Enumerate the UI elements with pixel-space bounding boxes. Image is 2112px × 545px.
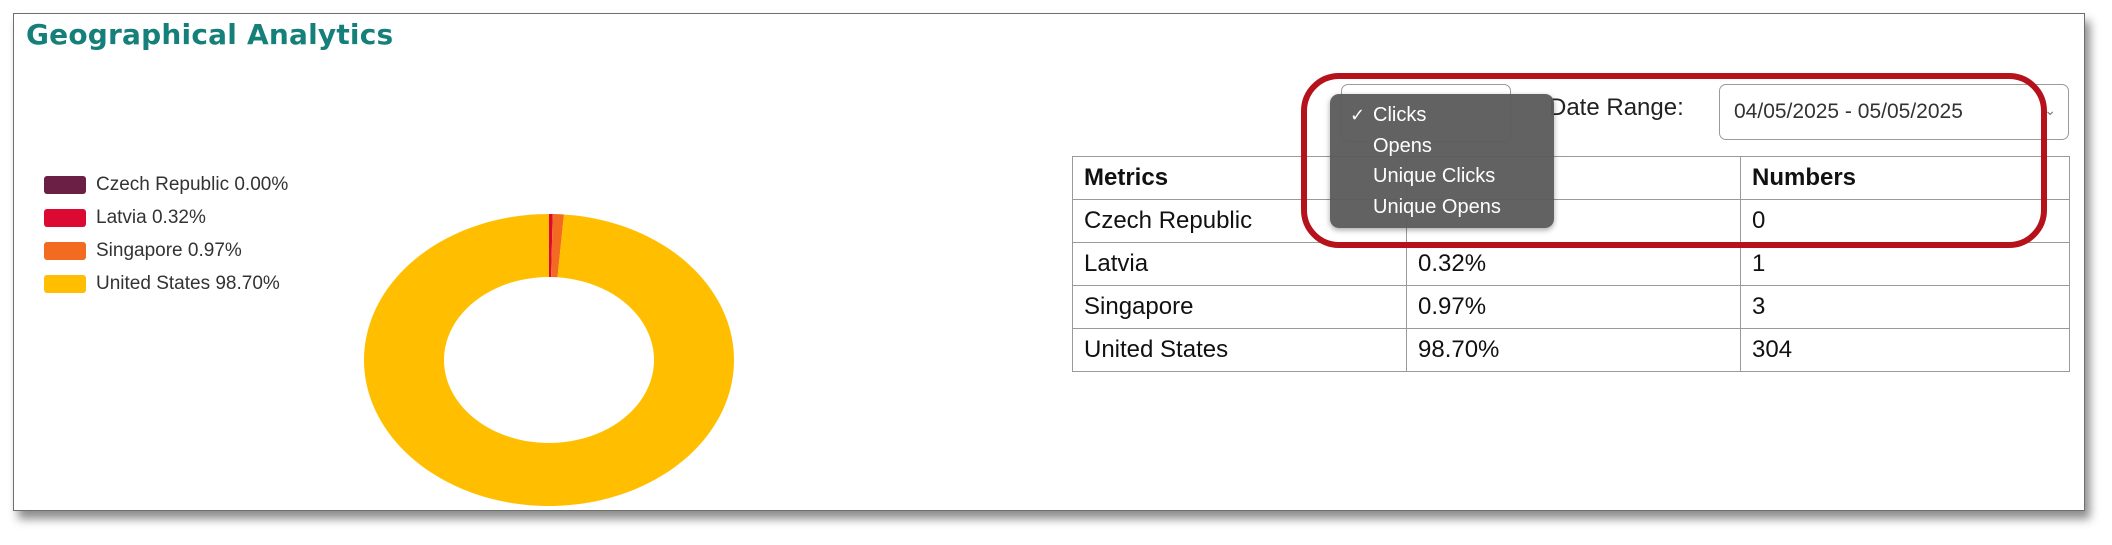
donut-slice-united-states[interactable] bbox=[364, 214, 734, 506]
table-cell: 3 bbox=[1740, 285, 2070, 329]
table-header-row: Metrics Numbers bbox=[1072, 156, 2070, 200]
legend-label: Latvia 0.32% bbox=[96, 206, 206, 228]
legend-label: Singapore 0.97% bbox=[96, 239, 242, 261]
legend-swatch bbox=[44, 208, 86, 227]
legend-swatch bbox=[44, 175, 86, 194]
geographical-analytics-card: Geographical Analytics Czech Republic 0.… bbox=[13, 13, 2085, 511]
legend-label: United States 98.70% bbox=[96, 272, 280, 294]
legend-item-latvia[interactable]: Latvia 0.32% bbox=[44, 201, 288, 234]
legend-item-czech-republic[interactable]: Czech Republic 0.00% bbox=[44, 168, 288, 201]
dropdown-option-label: Unique Opens bbox=[1373, 195, 1501, 218]
metrics-table: Metrics Numbers Czech Republic 0 Latvia … bbox=[1072, 156, 2070, 372]
table-cell: 0.97% bbox=[1406, 285, 1741, 329]
dropdown-option-clicks[interactable]: ✓ Clicks bbox=[1330, 100, 1554, 131]
legend-swatch bbox=[44, 274, 86, 293]
table-cell: 1 bbox=[1740, 242, 2070, 286]
chart-legend: Czech Republic 0.00% Latvia 0.32% Singap… bbox=[44, 168, 288, 300]
table-cell: 0.32% bbox=[1406, 242, 1741, 286]
table-row: United States 98.70% 304 bbox=[1072, 328, 2070, 372]
date-range-value: 04/05/2025 - 05/05/2025 bbox=[1734, 100, 1963, 123]
date-range-select[interactable]: 04/05/2025 - 05/05/2025 ⌄ bbox=[1719, 84, 2069, 140]
dropdown-option-unique-opens[interactable]: Unique Opens bbox=[1330, 192, 1554, 223]
legend-label: Czech Republic 0.00% bbox=[96, 173, 289, 195]
table-cell: 98.70% bbox=[1406, 328, 1741, 372]
dropdown-option-label: Unique Clicks bbox=[1373, 165, 1496, 187]
table-cell: 0 bbox=[1740, 199, 2070, 243]
dropdown-option-unique-clicks[interactable]: Unique Clicks bbox=[1330, 161, 1554, 192]
column-header: Numbers bbox=[1740, 156, 2070, 200]
date-range-label: Date Range: bbox=[1549, 94, 1684, 121]
dropdown-option-opens[interactable]: Opens bbox=[1330, 131, 1554, 162]
table-cell: Singapore bbox=[1072, 285, 1407, 329]
legend-swatch bbox=[44, 241, 86, 260]
checkmark-icon: ✓ bbox=[1350, 105, 1366, 125]
metric-dropdown-menu: ✓ Clicks Opens Unique Clicks Unique Open… bbox=[1330, 94, 1554, 228]
dropdown-option-label: Clicks bbox=[1373, 104, 1427, 126]
donut-chart bbox=[364, 214, 734, 506]
table-cell: United States bbox=[1072, 328, 1407, 372]
table-cell: 304 bbox=[1740, 328, 2070, 372]
legend-item-united-states[interactable]: United States 98.70% bbox=[44, 267, 288, 300]
dropdown-option-label: Opens bbox=[1373, 134, 1432, 157]
legend-item-singapore[interactable]: Singapore 0.97% bbox=[44, 234, 288, 267]
page-title: Geographical Analytics bbox=[26, 18, 394, 51]
table-row: Singapore 0.97% 3 bbox=[1072, 285, 2070, 329]
table-cell: Latvia bbox=[1072, 242, 1407, 286]
chevron-down-icon: ⌄ bbox=[2044, 102, 2056, 118]
table-row: Czech Republic 0 bbox=[1072, 199, 2070, 243]
table-row: Latvia 0.32% 1 bbox=[1072, 242, 2070, 286]
